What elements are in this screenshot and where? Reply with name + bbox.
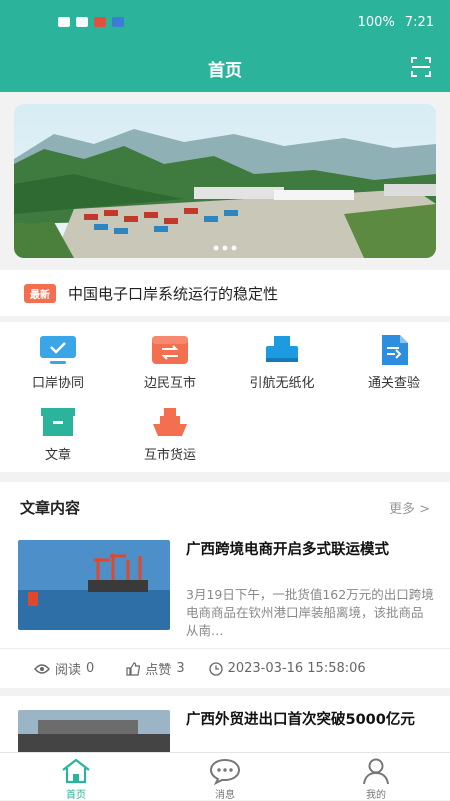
publish-time: 2023-03-16 15:58:06 <box>208 661 366 676</box>
port-landscape-image <box>14 104 436 258</box>
grid-item-customs-inspection[interactable]: 通关查验 <box>338 334 450 400</box>
app-notification-icon <box>112 17 124 27</box>
ship-icon <box>153 408 187 436</box>
archive-icon <box>41 408 75 436</box>
market-icon <box>152 336 188 364</box>
eye-icon <box>34 663 50 674</box>
divider <box>0 688 450 696</box>
clock-icon <box>208 661 223 676</box>
grid-item-articles[interactable]: 文章 <box>2 406 114 472</box>
notice-bar[interactable]: 最新 中国电子口岸系统运行的稳定性 <box>0 270 450 316</box>
top-navbar: 首页 <box>0 44 450 92</box>
article-meta: 阅读 0 点赞 3 2023-03-16 15:58:06 <box>0 648 450 688</box>
article-title: 广西外贸进出口首次突破5000亿元 <box>186 712 415 728</box>
message-icon <box>209 758 241 785</box>
grid-item-label: 互市货运 <box>143 448 196 463</box>
clock: 7:21 <box>404 14 434 30</box>
latest-tag: 最新 <box>24 283 56 303</box>
sim-icon <box>58 17 70 27</box>
like-count[interactable]: 点赞 3 <box>126 659 185 678</box>
home-icon <box>62 758 90 784</box>
notification-icon <box>94 17 106 27</box>
grid-item-label: 文章 <box>44 448 71 463</box>
grid-item-label: 引航无纸化 <box>249 376 315 391</box>
page-title: 首页 <box>208 60 242 81</box>
article-thumbnail <box>18 540 170 630</box>
grid-item-label: 边民互市 <box>143 376 196 391</box>
monitor-icon <box>40 336 76 364</box>
battery-level: 100% <box>357 14 395 30</box>
grid-item-label: 口岸协同 <box>31 376 84 391</box>
tab-label: 首页 <box>66 790 86 801</box>
wifi-icon <box>76 17 88 27</box>
articles-section: 文章内容 更多 > 广西跨境电商开启多式联运模式 3月19日下午，一批货值162… <box>0 482 450 770</box>
grid-item-market-freight[interactable]: 互市货运 <box>114 406 226 472</box>
bottom-tabbar: 首页 消息 我的 <box>0 752 450 801</box>
user-icon <box>363 758 389 785</box>
more-link[interactable]: 更多 > <box>389 498 430 517</box>
status-icons-left <box>58 17 124 27</box>
tab-label: 消息 <box>215 790 235 801</box>
notice-text[interactable]: 中国电子口岸系统运行的稳定性 <box>68 283 278 304</box>
scan-icon[interactable] <box>410 56 432 78</box>
article-title: 广西跨境电商开启多式联运模式 <box>186 542 389 558</box>
function-grid: 口岸协同 边民互市 引航无纸化 通关查验 文章 互市货运 <box>0 322 450 472</box>
article-desc: 3月19日下午，一批货值162万元的出口跨境电商商品在钦州港口岸装船离境，该批商… <box>186 587 434 638</box>
status-bar: 100% 7:21 <box>0 0 450 44</box>
thumbs-up-icon <box>126 661 141 676</box>
tab-profile[interactable]: 我的 <box>346 757 406 801</box>
grid-item-paperless-pilotage[interactable]: 引航无纸化 <box>226 334 338 400</box>
printer-icon <box>266 336 298 362</box>
tab-messages[interactable]: 消息 <box>195 757 255 801</box>
banner-image[interactable] <box>14 104 436 258</box>
grid-item-label: 通关查验 <box>367 376 420 391</box>
tab-home[interactable]: 首页 <box>46 757 106 801</box>
section-title: 文章内容 <box>20 498 81 517</box>
read-count: 阅读 0 <box>34 659 94 678</box>
tab-label: 我的 <box>366 790 386 801</box>
grid-item-port-coordination[interactable]: 口岸协同 <box>2 334 114 400</box>
grid-item-border-market[interactable]: 边民互市 <box>114 334 226 400</box>
document-icon <box>382 335 408 365</box>
